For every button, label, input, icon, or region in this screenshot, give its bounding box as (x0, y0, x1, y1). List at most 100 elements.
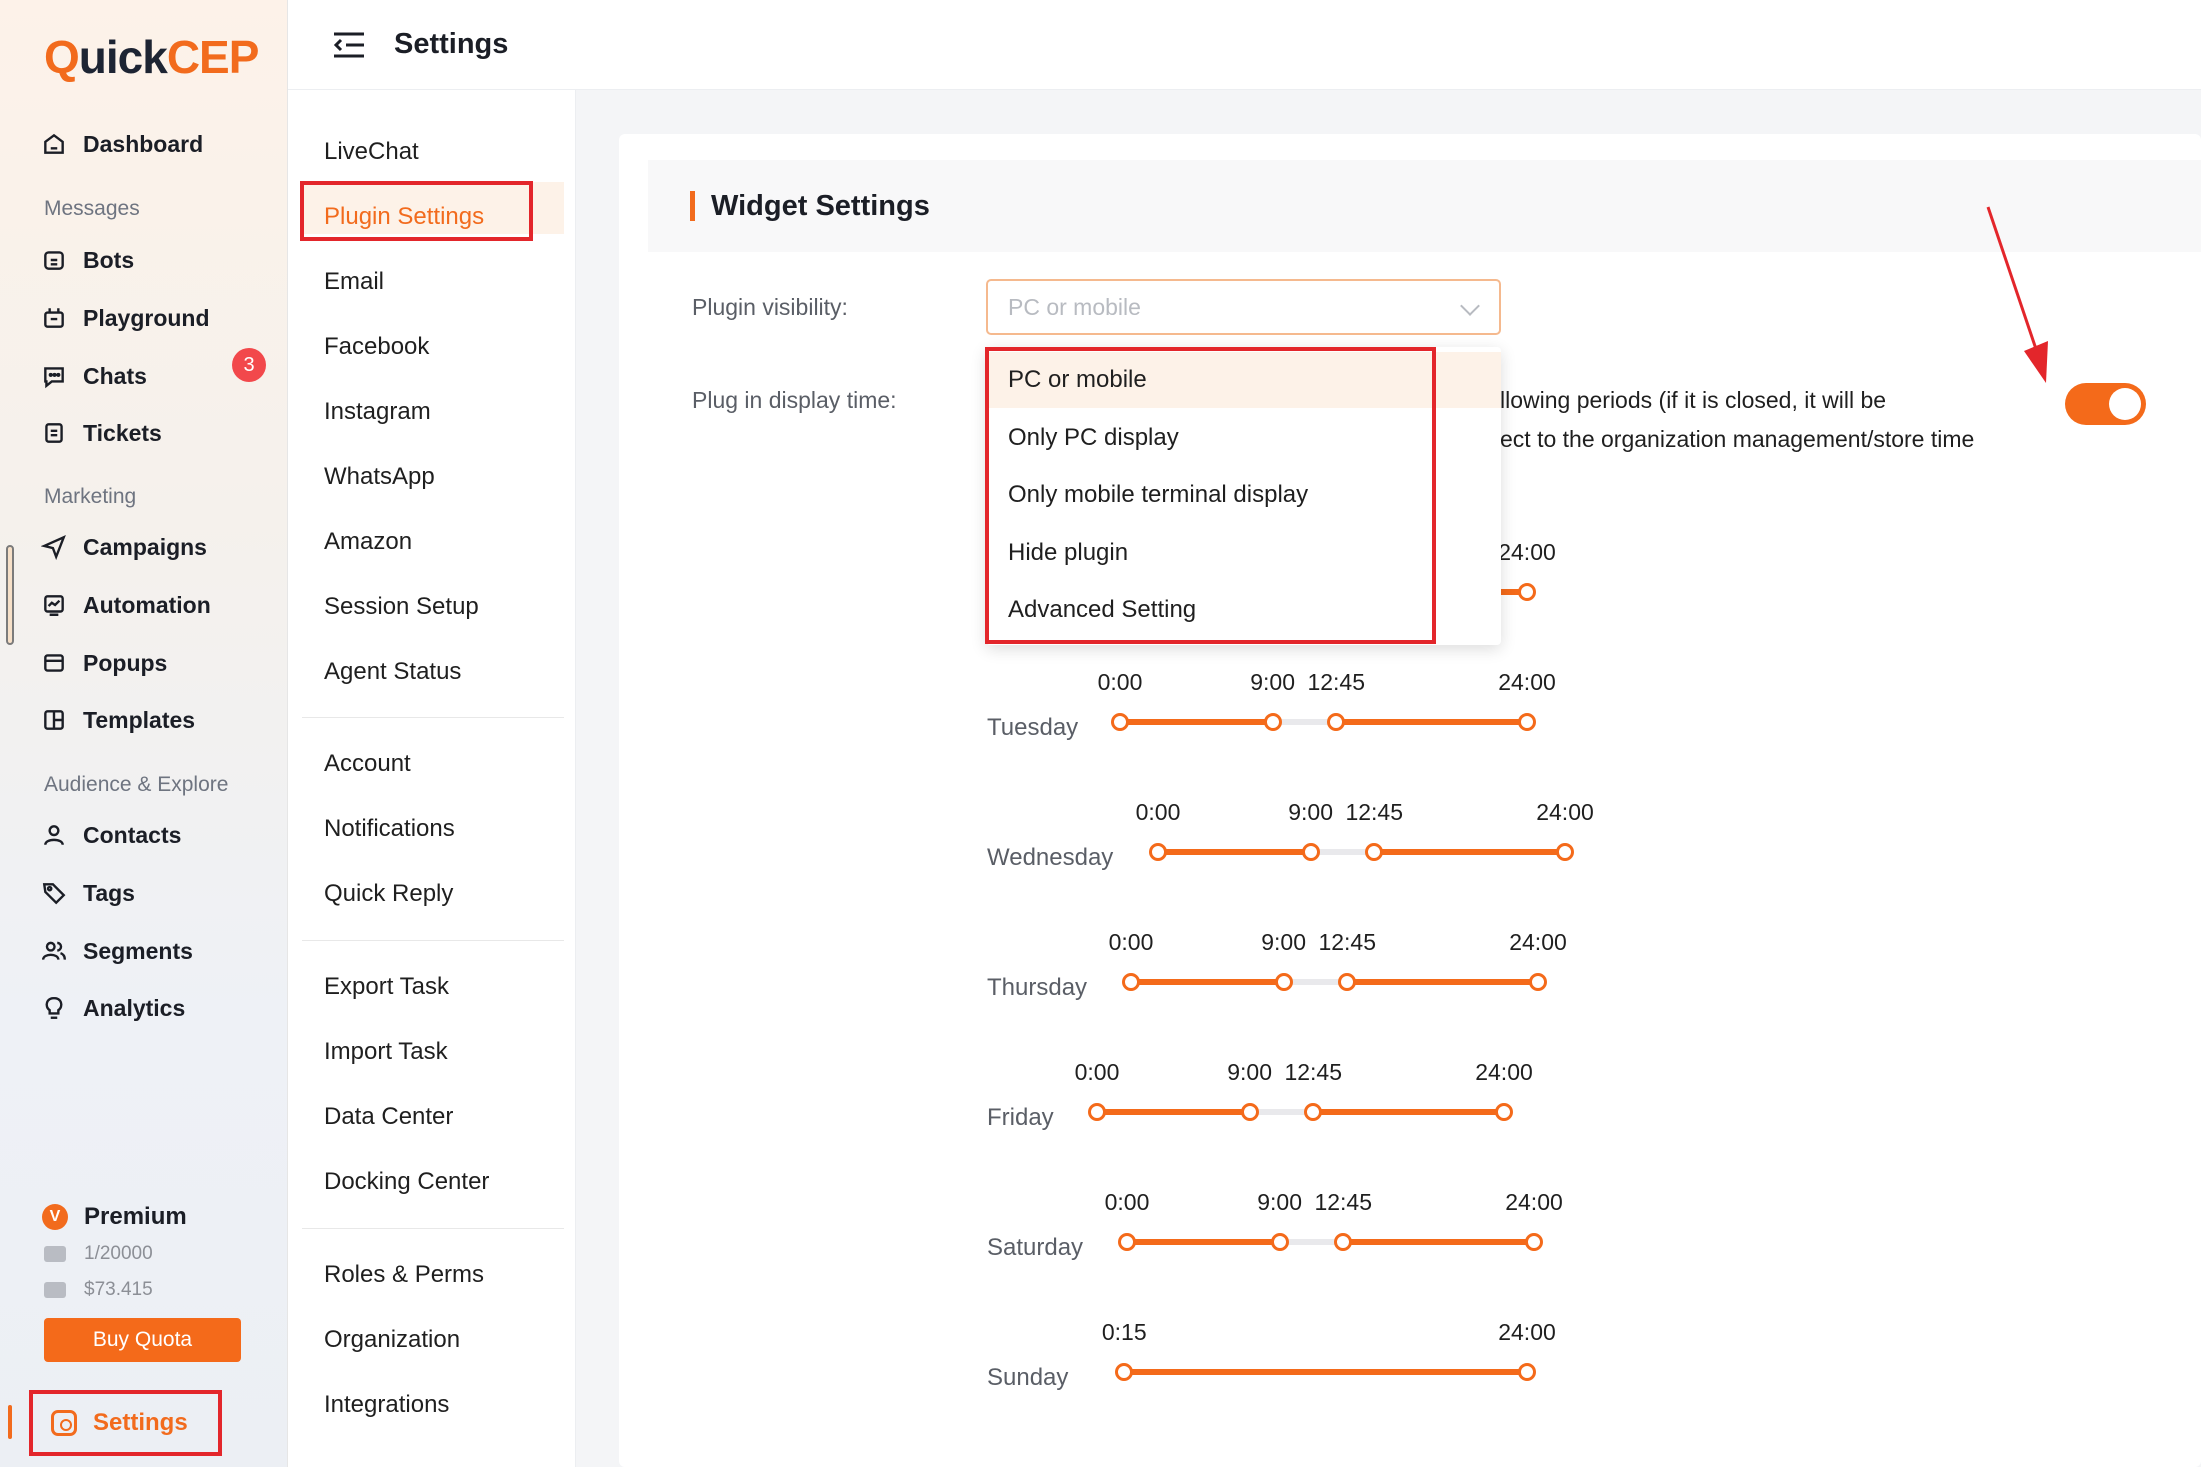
time-slider-handle[interactable] (1111, 713, 1129, 731)
time-slider-handle[interactable] (1274, 973, 1293, 991)
settings-highlight-box[interactable]: Settings (29, 1390, 222, 1456)
submenu-whatsapp[interactable]: WhatsApp (324, 463, 435, 491)
submenu-agent-status[interactable]: Agent Status (324, 658, 461, 686)
time-tick-label: 12:45 (1307, 669, 1365, 695)
nav-automation[interactable]: Automation (40, 583, 211, 627)
time-range-segment (1347, 979, 1538, 985)
submenu-facebook[interactable]: Facebook (324, 333, 429, 361)
submenu-account[interactable]: Account (324, 750, 411, 778)
time-slider-handle[interactable] (1525, 1233, 1543, 1251)
time-slider-handle[interactable] (1270, 1233, 1289, 1251)
mail-icon (44, 1246, 66, 1262)
submenu-export-task[interactable]: Export Task (324, 973, 449, 1001)
chats-unread-badge: 3 (232, 348, 266, 382)
quickcep-logo[interactable]: QuickCEP (44, 30, 259, 84)
nav-segments[interactable]: Segments (40, 929, 193, 973)
submenu-amazon[interactable]: Amazon (324, 528, 412, 556)
day-label-thursday: Thursday (987, 974, 1088, 1001)
ticket-icon (40, 419, 68, 447)
submenu-docking-center[interactable]: Docking Center (324, 1168, 489, 1196)
time-slider-handle[interactable] (1556, 843, 1574, 861)
nav-tickets[interactable]: Tickets (40, 411, 162, 455)
time-tick-label: 0:00 (1135, 799, 1181, 825)
day-label-tuesday: Tuesday (987, 714, 1079, 741)
menu-collapse-icon[interactable] (332, 30, 368, 60)
submenu-organization[interactable]: Organization (324, 1326, 460, 1354)
time-tick-label: 0:00 (1104, 1189, 1150, 1215)
time-slider-handle[interactable] (1338, 973, 1357, 991)
automation-icon (40, 591, 68, 619)
sidebar-scrollbar[interactable] (6, 545, 14, 645)
nav-contacts[interactable]: Contacts (40, 813, 181, 857)
section-marketing: Marketing (44, 485, 137, 508)
nav-campaigns[interactable]: Campaigns (40, 525, 207, 569)
message-quota: 1/20000 (44, 1243, 153, 1265)
time-slider-handle[interactable] (1122, 973, 1140, 991)
time-slider-handle[interactable] (1327, 713, 1346, 731)
time-range-segment (1127, 1239, 1280, 1245)
time-slider-handle[interactable] (1115, 1363, 1134, 1381)
plugin-visibility-select[interactable]: PC or mobile (986, 279, 1501, 335)
nav-templates[interactable]: Templates (40, 698, 195, 742)
nav-analytics[interactable]: Analytics (40, 986, 185, 1030)
user-icon (40, 821, 68, 849)
time-slider-handle[interactable] (1304, 1103, 1323, 1121)
settings-icon (51, 1410, 77, 1436)
submenu-import-task[interactable]: Import Task (324, 1038, 448, 1066)
time-slider-handle[interactable] (1088, 1103, 1106, 1121)
display-time-label: Plug in display time: (692, 387, 897, 413)
time-tick-label: 24:00 (1509, 929, 1567, 955)
display-time-toggle[interactable] (2065, 383, 2146, 425)
time-slider-handle[interactable] (1149, 843, 1167, 861)
time-tick-label: 0:00 (1108, 929, 1154, 955)
submenu-integrations[interactable]: Integrations (324, 1391, 449, 1419)
time-range-segment (1131, 979, 1284, 985)
nav-tags[interactable]: Tags (40, 871, 135, 915)
red-pointer-arrow-icon (1986, 206, 2048, 383)
time-slider-handle[interactable] (1518, 1363, 1536, 1381)
submenu-data-center[interactable]: Data Center (324, 1103, 453, 1131)
time-slider-handle[interactable] (1529, 973, 1547, 991)
submenu-instagram[interactable]: Instagram (324, 398, 431, 426)
time-slider-handle[interactable] (1334, 1233, 1353, 1251)
time-tick-label: 24:00 (1536, 799, 1594, 825)
time-range-segment (1120, 719, 1273, 725)
submenu-email[interactable]: Email (324, 268, 384, 296)
nav-dashboard[interactable]: Dashboard (40, 122, 203, 166)
time-slider-handle[interactable] (1518, 713, 1536, 731)
submenu-notifications[interactable]: Notifications (324, 815, 455, 843)
nav-campaigns-label: Campaigns (83, 533, 207, 560)
chat-icon (40, 362, 68, 390)
nav-settings[interactable]: Settings (0, 1390, 288, 1456)
logo-uick: uick (78, 31, 168, 83)
main-sidebar: QuickCEP Dashboard Messages Bots Playgro… (0, 0, 288, 1467)
nav-popups[interactable]: Popups (40, 641, 167, 685)
time-slider-handle[interactable] (1365, 843, 1384, 861)
submenu-session-setup[interactable]: Session Setup (324, 593, 479, 621)
day-label-friday: Friday (987, 1104, 1054, 1131)
time-range-segment (1097, 1109, 1250, 1115)
submenu-roles-perms[interactable]: Roles & Perms (324, 1261, 484, 1289)
time-slider-handle[interactable] (1118, 1233, 1136, 1251)
time-slider-handle[interactable] (1263, 713, 1282, 731)
nav-analytics-label: Analytics (83, 994, 186, 1021)
time-slider-handle[interactable] (1240, 1103, 1259, 1121)
nav-playground[interactable]: Playground (40, 296, 210, 340)
submenu-livechat[interactable]: LiveChat (324, 138, 419, 166)
time-slider-handle[interactable] (1301, 843, 1320, 861)
time-tick-label: 0:15 (1101, 1319, 1147, 1345)
settings-submenu: LiveChat Plugin Settings Email Facebook … (288, 90, 576, 1467)
nav-dashboard-label: Dashboard (83, 130, 204, 157)
section-messages: Messages (44, 197, 140, 220)
time-tick-label: 0:00 (1097, 669, 1143, 695)
nav-chats[interactable]: Chats (40, 354, 147, 398)
submenu-divider (302, 940, 564, 941)
time-slider-handle[interactable] (1518, 583, 1536, 601)
buy-quota-button[interactable]: Buy Quota (44, 1318, 241, 1362)
day-label-sunday: Sunday (987, 1364, 1069, 1391)
nav-bots[interactable]: Bots (40, 238, 134, 282)
time-slider-handle[interactable] (1495, 1103, 1513, 1121)
submenu-quick-reply[interactable]: Quick Reply (324, 880, 453, 908)
nav-tags-label: Tags (83, 879, 135, 906)
send-icon (40, 533, 68, 561)
